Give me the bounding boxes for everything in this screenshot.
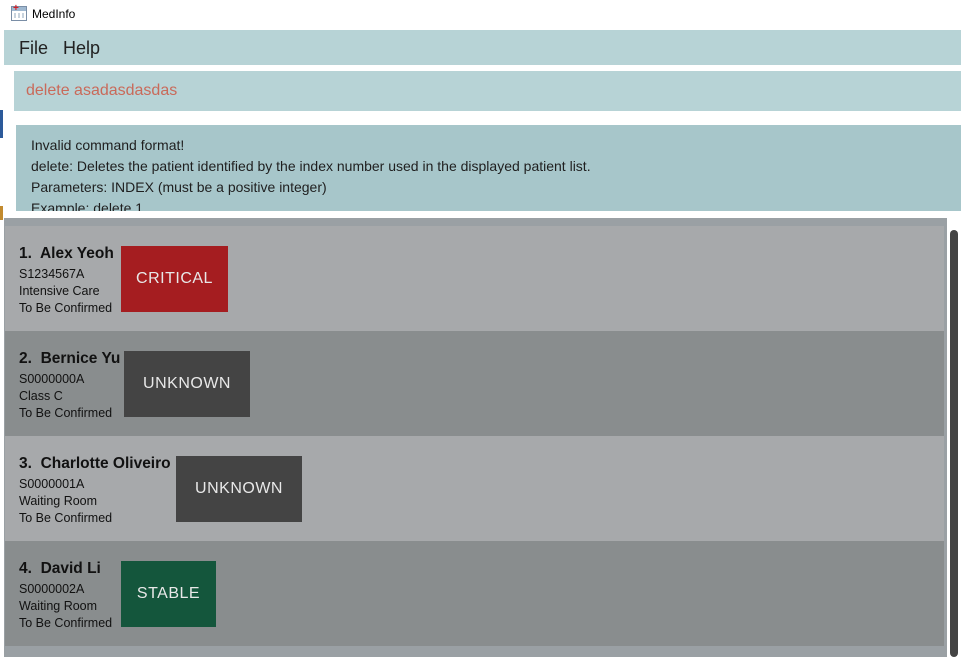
result-display[interactable]: Invalid command format! delete: Deletes … bbox=[16, 125, 961, 211]
status-badge: UNKNOWN bbox=[124, 351, 250, 417]
patient-card[interactable]: 4. David Li S0000002A Waiting Room To Be… bbox=[5, 541, 944, 646]
patient-nric: S0000001A bbox=[19, 477, 85, 491]
scrollbar-thumb[interactable] bbox=[950, 230, 958, 657]
app-icon: + bbox=[11, 4, 27, 21]
menu-file[interactable]: File bbox=[19, 38, 48, 59]
patient-name: 1. Alex Yeoh bbox=[19, 245, 114, 262]
menu-help[interactable]: Help bbox=[63, 38, 100, 59]
status-badge: CRITICAL bbox=[121, 246, 228, 312]
patient-ward: Class C bbox=[19, 389, 63, 403]
patient-card[interactable]: 2. Bernice Yu S0000000A Class C To Be Co… bbox=[5, 331, 944, 436]
menu-bar: File Help bbox=[4, 30, 961, 65]
patient-ward: Intensive Care bbox=[19, 284, 100, 298]
patient-discharge: To Be Confirmed bbox=[19, 616, 113, 630]
patient-card[interactable]: 3. Charlotte Oliveiro S0000001A Waiting … bbox=[5, 436, 944, 541]
result-line: Parameters: INDEX (must be a positive in… bbox=[31, 179, 327, 195]
patient-name: 2. Bernice Yu bbox=[19, 350, 121, 367]
result-line: Example: delete 1 bbox=[31, 200, 144, 211]
patient-discharge: To Be Confirmed bbox=[19, 301, 113, 315]
patient-discharge: To Be Confirmed bbox=[19, 406, 113, 420]
patient-card[interactable]: 1. Alex Yeoh S1234567A Intensive Care To… bbox=[5, 226, 944, 331]
patient-nric: S0000000A bbox=[19, 372, 85, 386]
patient-list: 1. Alex Yeoh S1234567A Intensive Care To… bbox=[4, 218, 961, 657]
result-line: delete: Deletes the patient identified b… bbox=[31, 158, 591, 174]
patient-nric: S1234567A bbox=[19, 267, 85, 281]
title-bar: + MedInfo bbox=[0, 0, 961, 30]
patient-name: 4. David Li bbox=[19, 560, 101, 577]
patient-discharge: To Be Confirmed bbox=[19, 511, 113, 525]
patient-name: 3. Charlotte Oliveiro bbox=[19, 455, 171, 472]
patient-ward: Waiting Room bbox=[19, 494, 98, 508]
status-badge: STABLE bbox=[121, 561, 216, 627]
patient-ward: Waiting Room bbox=[19, 599, 98, 613]
result-line: Invalid command format! bbox=[31, 137, 185, 153]
patient-nric: S0000002A bbox=[19, 582, 85, 596]
window-title: MedInfo bbox=[32, 7, 76, 21]
command-box bbox=[14, 71, 961, 111]
command-input[interactable] bbox=[26, 80, 926, 102]
status-badge: UNKNOWN bbox=[176, 456, 302, 522]
